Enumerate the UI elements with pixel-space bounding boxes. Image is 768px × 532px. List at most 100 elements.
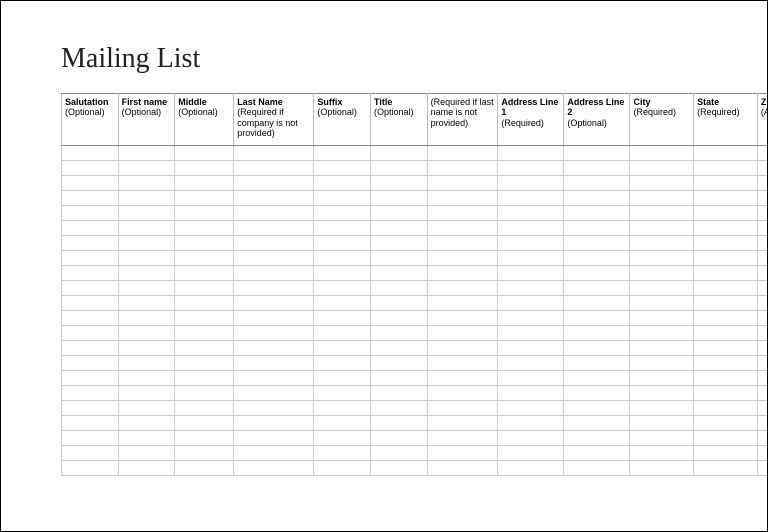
table-cell[interactable] xyxy=(175,311,234,326)
table-cell[interactable] xyxy=(175,461,234,476)
table-cell[interactable] xyxy=(62,161,119,176)
table-cell[interactable] xyxy=(694,251,758,266)
table-cell[interactable] xyxy=(62,416,119,431)
table-cell[interactable] xyxy=(427,416,498,431)
table-cell[interactable] xyxy=(62,191,119,206)
table-cell[interactable] xyxy=(234,431,314,446)
table-cell[interactable] xyxy=(62,206,119,221)
table-cell[interactable] xyxy=(694,161,758,176)
table-cell[interactable] xyxy=(630,416,694,431)
table-cell[interactable] xyxy=(427,311,498,326)
table-cell[interactable] xyxy=(62,146,119,161)
table-cell[interactable] xyxy=(118,341,175,356)
table-cell[interactable] xyxy=(370,326,427,341)
table-cell[interactable] xyxy=(314,281,371,296)
table-cell[interactable] xyxy=(118,206,175,221)
table-cell[interactable] xyxy=(314,146,371,161)
table-cell[interactable] xyxy=(175,281,234,296)
table-cell[interactable] xyxy=(498,311,564,326)
table-cell[interactable] xyxy=(175,176,234,191)
table-cell[interactable] xyxy=(564,251,630,266)
table-cell[interactable] xyxy=(370,311,427,326)
table-cell[interactable] xyxy=(427,386,498,401)
table-cell[interactable] xyxy=(118,461,175,476)
table-cell[interactable] xyxy=(314,296,371,311)
table-cell[interactable] xyxy=(234,446,314,461)
table-cell[interactable] xyxy=(630,461,694,476)
table-cell[interactable] xyxy=(564,311,630,326)
table-cell[interactable] xyxy=(62,326,119,341)
table-cell[interactable] xyxy=(757,431,767,446)
table-cell[interactable] xyxy=(427,251,498,266)
table-cell[interactable] xyxy=(564,281,630,296)
table-cell[interactable] xyxy=(314,206,371,221)
table-cell[interactable] xyxy=(118,431,175,446)
table-cell[interactable] xyxy=(314,341,371,356)
table-cell[interactable] xyxy=(175,251,234,266)
table-cell[interactable] xyxy=(564,176,630,191)
table-cell[interactable] xyxy=(427,401,498,416)
table-cell[interactable] xyxy=(118,251,175,266)
table-cell[interactable] xyxy=(498,236,564,251)
table-cell[interactable] xyxy=(175,161,234,176)
table-cell[interactable] xyxy=(370,176,427,191)
table-cell[interactable] xyxy=(118,416,175,431)
table-cell[interactable] xyxy=(370,251,427,266)
table-cell[interactable] xyxy=(630,221,694,236)
table-cell[interactable] xyxy=(427,296,498,311)
table-cell[interactable] xyxy=(62,236,119,251)
table-cell[interactable] xyxy=(370,161,427,176)
table-cell[interactable] xyxy=(175,221,234,236)
table-cell[interactable] xyxy=(427,221,498,236)
table-cell[interactable] xyxy=(694,356,758,371)
table-cell[interactable] xyxy=(370,146,427,161)
table-cell[interactable] xyxy=(118,281,175,296)
table-cell[interactable] xyxy=(630,311,694,326)
table-cell[interactable] xyxy=(498,356,564,371)
table-cell[interactable] xyxy=(498,371,564,386)
table-cell[interactable] xyxy=(498,206,564,221)
table-cell[interactable] xyxy=(630,386,694,401)
table-cell[interactable] xyxy=(757,161,767,176)
table-cell[interactable] xyxy=(498,326,564,341)
table-cell[interactable] xyxy=(62,341,119,356)
table-cell[interactable] xyxy=(370,461,427,476)
table-cell[interactable] xyxy=(427,191,498,206)
table-cell[interactable] xyxy=(757,281,767,296)
table-cell[interactable] xyxy=(564,221,630,236)
table-cell[interactable] xyxy=(757,176,767,191)
table-cell[interactable] xyxy=(427,206,498,221)
table-cell[interactable] xyxy=(175,431,234,446)
table-cell[interactable] xyxy=(314,431,371,446)
table-cell[interactable] xyxy=(757,401,767,416)
table-cell[interactable] xyxy=(175,446,234,461)
table-cell[interactable] xyxy=(62,431,119,446)
table-cell[interactable] xyxy=(564,446,630,461)
table-cell[interactable] xyxy=(498,296,564,311)
table-cell[interactable] xyxy=(62,251,119,266)
table-cell[interactable] xyxy=(757,236,767,251)
table-cell[interactable] xyxy=(370,266,427,281)
table-cell[interactable] xyxy=(564,431,630,446)
table-cell[interactable] xyxy=(314,461,371,476)
table-cell[interactable] xyxy=(757,311,767,326)
table-cell[interactable] xyxy=(118,266,175,281)
table-cell[interactable] xyxy=(630,401,694,416)
table-cell[interactable] xyxy=(118,401,175,416)
table-cell[interactable] xyxy=(370,221,427,236)
table-cell[interactable] xyxy=(62,221,119,236)
table-cell[interactable] xyxy=(314,446,371,461)
table-cell[interactable] xyxy=(630,281,694,296)
table-cell[interactable] xyxy=(564,206,630,221)
table-cell[interactable] xyxy=(498,176,564,191)
table-cell[interactable] xyxy=(175,416,234,431)
table-cell[interactable] xyxy=(694,326,758,341)
table-cell[interactable] xyxy=(62,281,119,296)
table-cell[interactable] xyxy=(630,446,694,461)
table-cell[interactable] xyxy=(118,356,175,371)
table-cell[interactable] xyxy=(757,386,767,401)
table-cell[interactable] xyxy=(630,356,694,371)
table-cell[interactable] xyxy=(118,371,175,386)
table-cell[interactable] xyxy=(630,431,694,446)
table-cell[interactable] xyxy=(427,236,498,251)
